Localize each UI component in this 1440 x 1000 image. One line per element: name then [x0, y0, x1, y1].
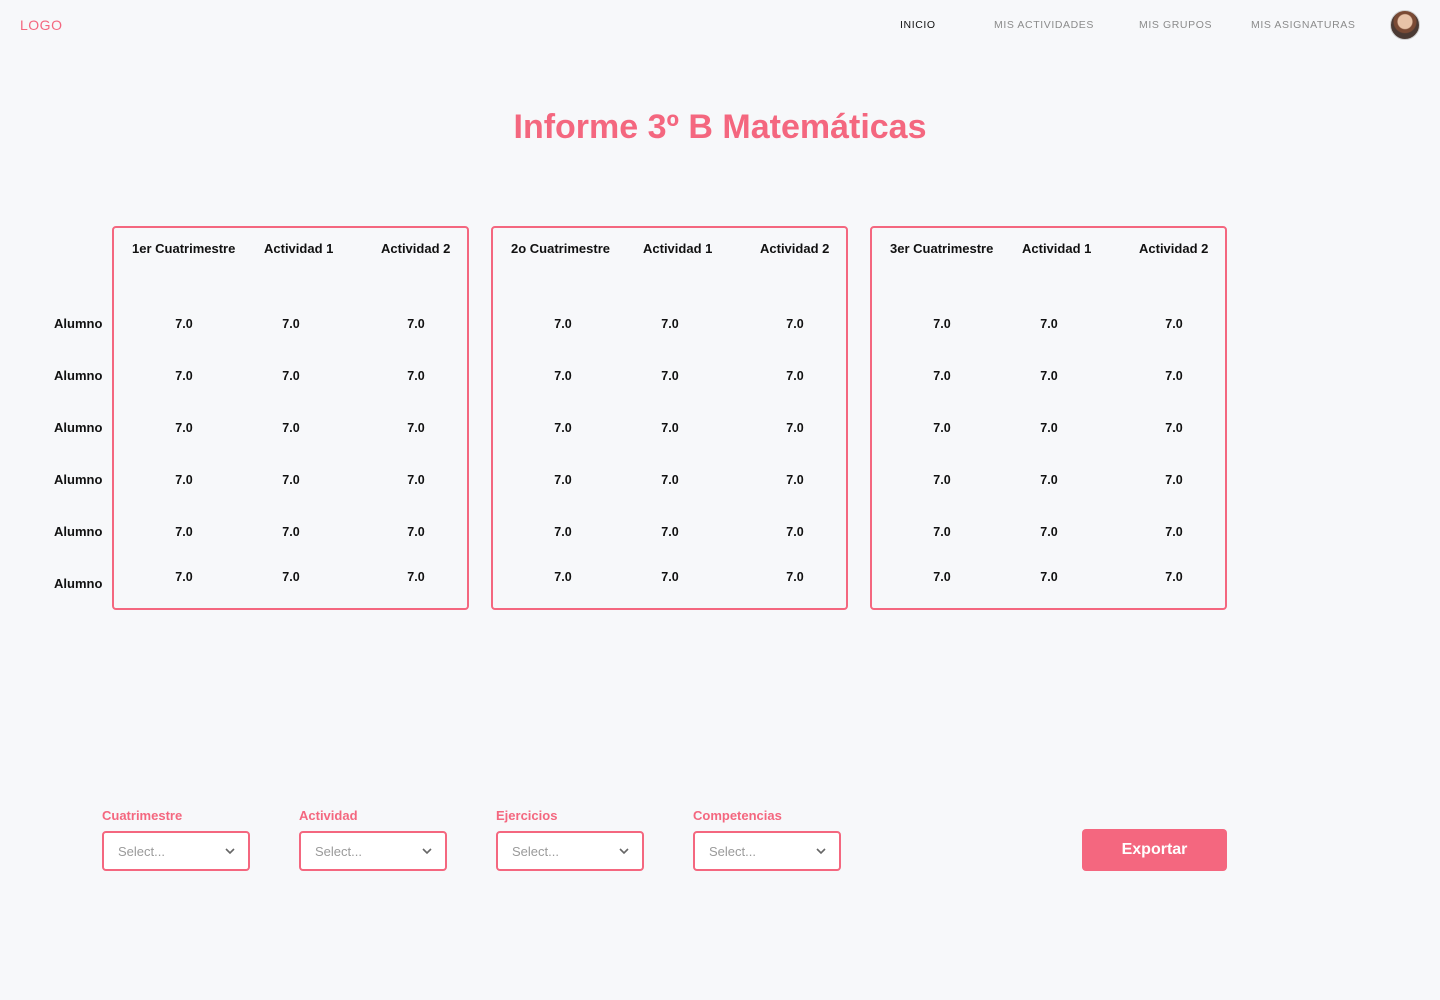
- grade-cell: 7.0: [1165, 369, 1183, 383]
- column-header: Actividad 1: [643, 241, 713, 256]
- grade-cell: 7.0: [175, 369, 193, 383]
- grade-cell: 7.0: [661, 317, 679, 331]
- grade-cell: 7.0: [407, 525, 425, 539]
- row-label: Alumno: [54, 316, 103, 331]
- row-label: Alumno: [54, 472, 103, 487]
- grade-cell: 7.0: [282, 473, 300, 487]
- avatar[interactable]: [1390, 10, 1420, 40]
- row-label: Alumno: [54, 524, 103, 539]
- grade-cell: 7.0: [282, 369, 300, 383]
- grade-cell: 7.0: [786, 473, 804, 487]
- chevron-down-icon: [422, 848, 432, 855]
- filter-label-ejercicios: Ejercicios: [496, 808, 558, 823]
- grade-cell: 7.0: [1040, 317, 1058, 331]
- grade-cell: 7.0: [786, 570, 804, 584]
- page-title: Informe 3º B Matemáticas: [513, 108, 927, 146]
- grade-cell: 7.0: [661, 525, 679, 539]
- grade-cell: 7.0: [786, 421, 804, 435]
- grade-cell: 7.0: [661, 369, 679, 383]
- nav-item-mis-asignaturas[interactable]: MIS ASIGNATURAS: [1251, 19, 1356, 31]
- grade-cell: 7.0: [554, 421, 572, 435]
- nav-item-mis-actividades[interactable]: MIS ACTIVIDADES: [994, 19, 1094, 31]
- grade-panel-2: 2o Cuatrimestre Actividad 1 Actividad 2 7.0…: [491, 226, 848, 610]
- grade-cell: 7.0: [661, 421, 679, 435]
- chevron-down-icon: [225, 848, 235, 855]
- grade-cell: 7.0: [1165, 525, 1183, 539]
- grade-cell: 7.0: [786, 317, 804, 331]
- grade-cell: 7.0: [1165, 570, 1183, 584]
- grade-cell: 7.0: [282, 421, 300, 435]
- grade-cell: 7.0: [407, 421, 425, 435]
- row-label: Alumno: [54, 420, 103, 435]
- grade-panel-3: 3er Cuatrimestre Actividad 1 Actividad 2 7.…: [870, 226, 1227, 610]
- select-actividad[interactable]: Select...: [299, 831, 447, 871]
- grade-cell: 7.0: [933, 369, 951, 383]
- select-competencias[interactable]: Select...: [693, 831, 841, 871]
- grade-cell: 7.0: [175, 473, 193, 487]
- filter-label-actividad: Actividad: [299, 808, 358, 823]
- grade-cell: 7.0: [175, 570, 193, 584]
- grade-cell: 7.0: [282, 570, 300, 584]
- select-placeholder: Select...: [709, 844, 756, 859]
- grade-cell: 7.0: [1165, 473, 1183, 487]
- grade-cell: 7.0: [554, 473, 572, 487]
- grade-cell: 7.0: [1040, 570, 1058, 584]
- filter-label-cuatrimestre: Cuatrimestre: [102, 808, 183, 823]
- grade-cell: 7.0: [282, 525, 300, 539]
- grade-cell: 7.0: [933, 525, 951, 539]
- column-header: 3er Cuatrimestre: [890, 241, 994, 256]
- grade-cell: 7.0: [407, 317, 425, 331]
- grade-cell: 7.0: [407, 570, 425, 584]
- select-placeholder: Select...: [315, 844, 362, 859]
- select-cuatrimestre[interactable]: Select...: [102, 831, 250, 871]
- top-nav: INICIO MIS ACTIVIDADES MIS GRUPOS MIS AS…: [0, 19, 1440, 33]
- column-header: Actividad 2: [381, 241, 451, 256]
- grade-cell: 7.0: [554, 525, 572, 539]
- export-button[interactable]: Exportar: [1082, 829, 1227, 871]
- row-label: Alumno: [54, 576, 103, 591]
- grade-cell: 7.0: [407, 369, 425, 383]
- select-placeholder: Select...: [118, 844, 165, 859]
- grade-cell: 7.0: [175, 421, 193, 435]
- select-placeholder: Select...: [512, 844, 559, 859]
- column-header: 2o Cuatrimestre: [511, 241, 610, 256]
- grade-panel-1: 1er Cuatrimestre Actividad 1 Actividad 2 7.…: [112, 226, 469, 610]
- grade-cell: 7.0: [1040, 421, 1058, 435]
- grade-cell: 7.0: [282, 317, 300, 331]
- nav-item-inicio[interactable]: INICIO: [900, 19, 936, 31]
- grade-cell: 7.0: [1165, 317, 1183, 331]
- grade-cell: 7.0: [933, 317, 951, 331]
- grade-cell: 7.0: [175, 317, 193, 331]
- column-header: 1er Cuatrimestre: [132, 241, 236, 256]
- grade-cell: 7.0: [933, 570, 951, 584]
- grade-cell: 7.0: [554, 570, 572, 584]
- grade-cell: 7.0: [661, 570, 679, 584]
- grade-cell: 7.0: [554, 317, 572, 331]
- nav-item-mis-grupos[interactable]: MIS GRUPOS: [1139, 19, 1212, 31]
- column-header: Actividad 2: [760, 241, 830, 256]
- column-header: Actividad 1: [264, 241, 334, 256]
- grade-cell: 7.0: [175, 525, 193, 539]
- grade-cell: 7.0: [933, 421, 951, 435]
- column-header: Actividad 1: [1022, 241, 1092, 256]
- grade-cell: 7.0: [933, 473, 951, 487]
- chevron-down-icon: [619, 848, 629, 855]
- grade-cell: 7.0: [1040, 369, 1058, 383]
- select-ejercicios[interactable]: Select...: [496, 831, 644, 871]
- grade-cell: 7.0: [661, 473, 679, 487]
- grade-cell: 7.0: [1040, 473, 1058, 487]
- grade-cell: 7.0: [1165, 421, 1183, 435]
- grade-cell: 7.0: [554, 369, 572, 383]
- grade-cell: 7.0: [1040, 525, 1058, 539]
- grade-cell: 7.0: [407, 473, 425, 487]
- grade-cell: 7.0: [786, 525, 804, 539]
- row-label: Alumno: [54, 368, 103, 383]
- chevron-down-icon: [816, 848, 826, 855]
- column-header: Actividad 2: [1139, 241, 1209, 256]
- grade-cell: 7.0: [786, 369, 804, 383]
- filter-label-competencias: Competencias: [693, 808, 782, 823]
